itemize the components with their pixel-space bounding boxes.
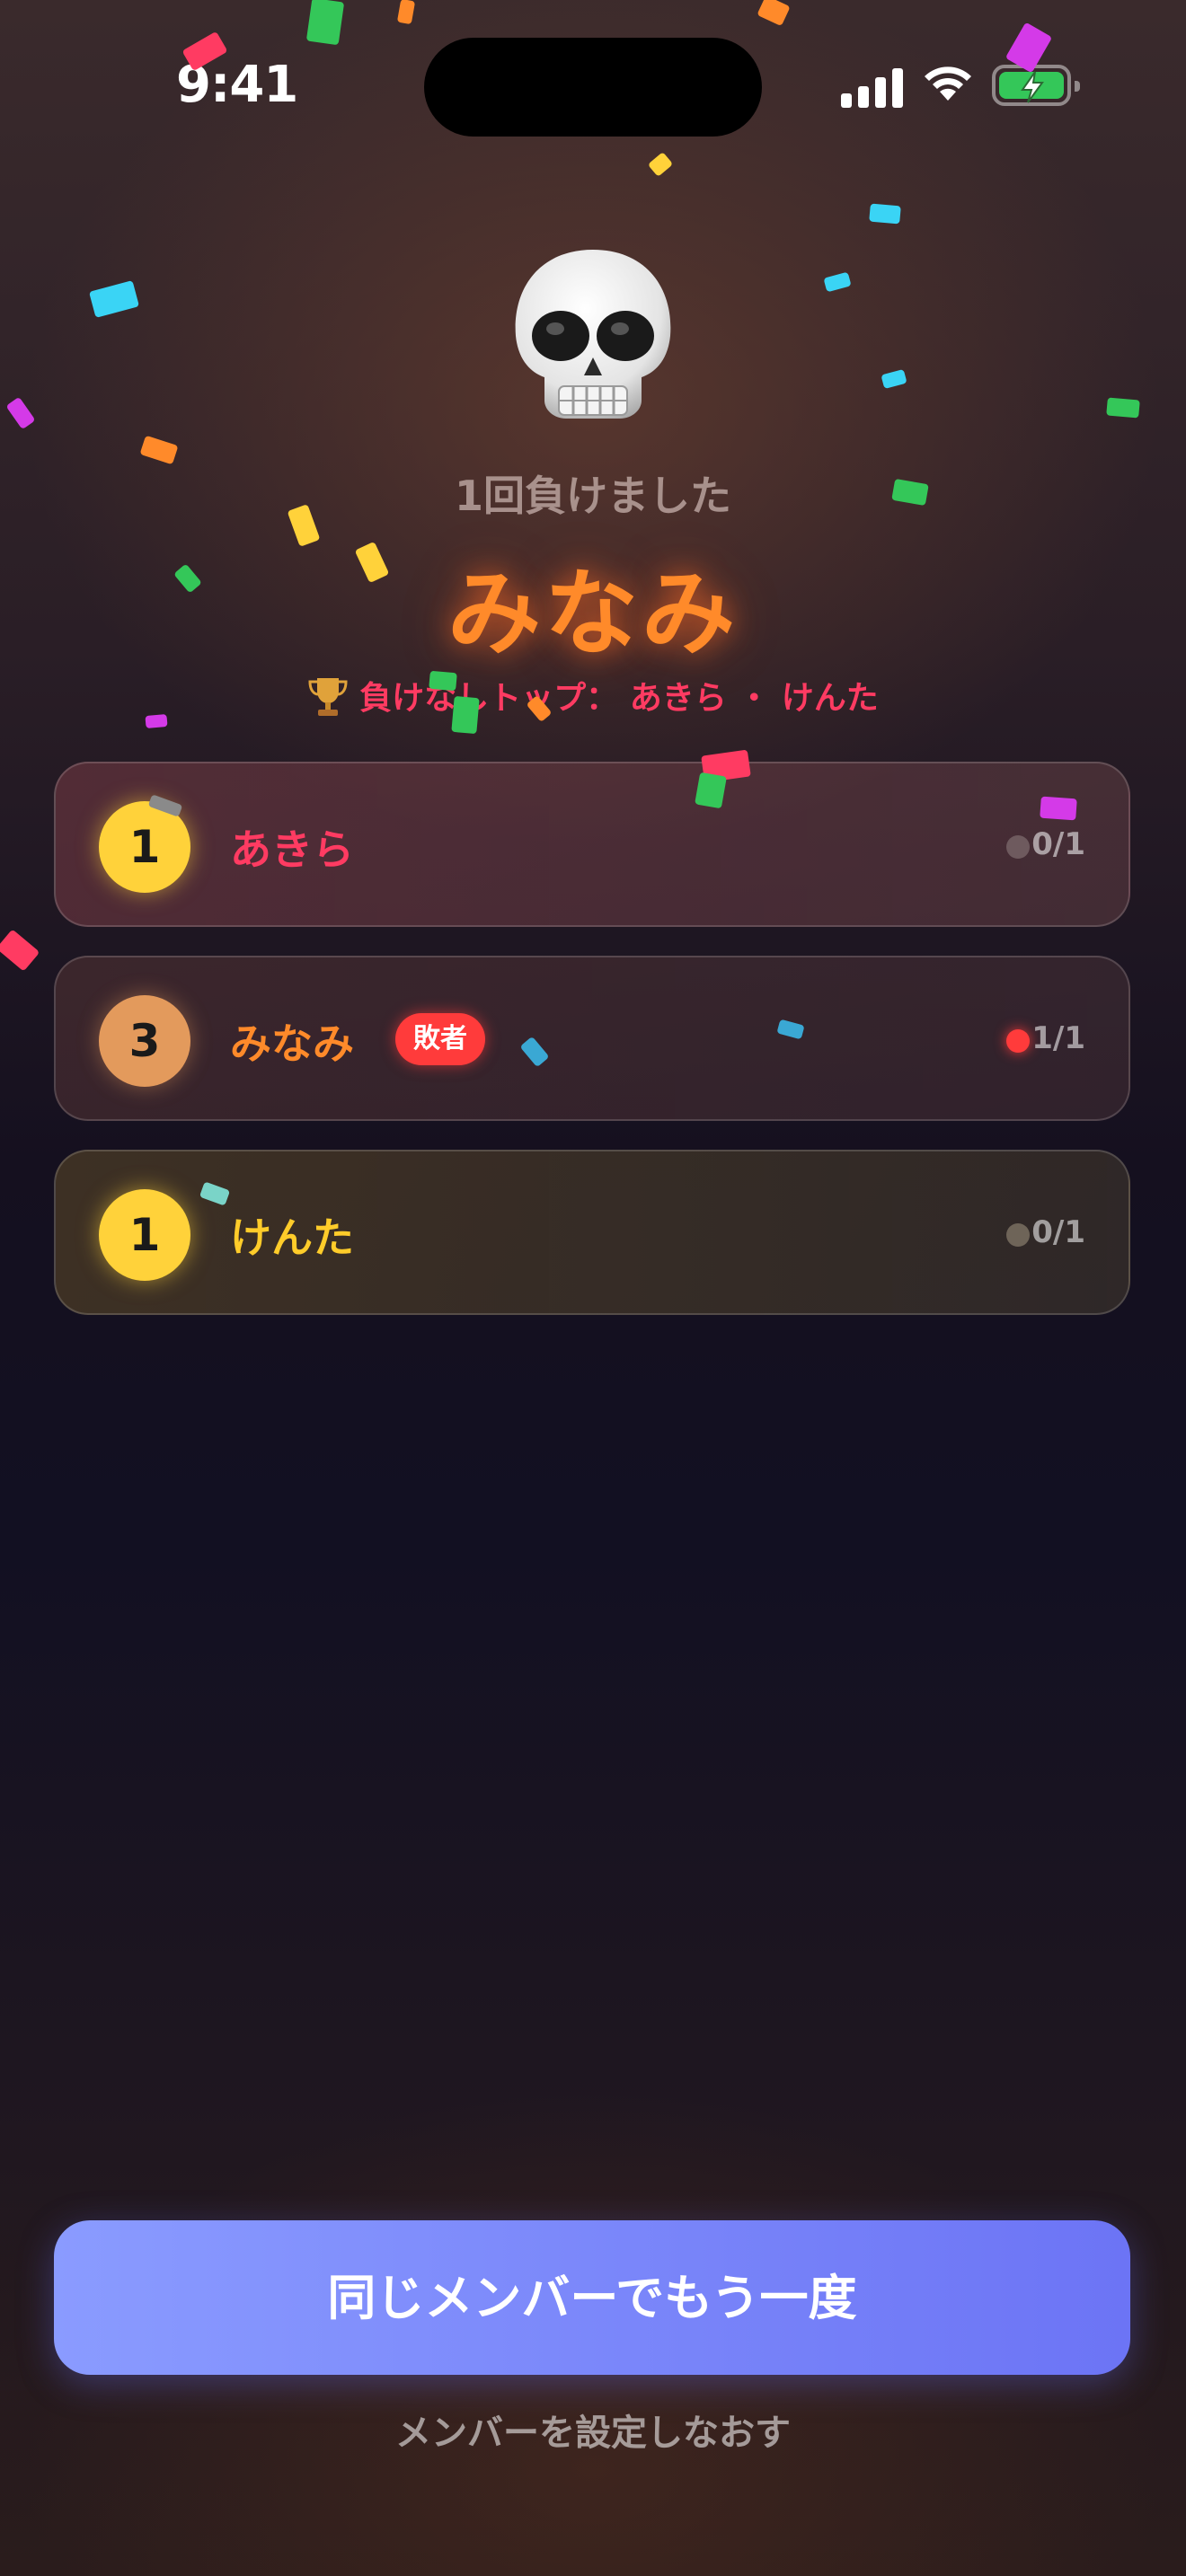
player-score: 0/1 (1031, 826, 1085, 862)
reset-members-link[interactable]: メンバーを設定しなおす (0, 2404, 1186, 2456)
skull-icon (503, 243, 683, 431)
player-name: あきら (230, 825, 354, 874)
status-bar: 9:41 (0, 0, 1186, 180)
player-score: 1/1 (1031, 1020, 1085, 1056)
player-name: けんた (230, 1213, 354, 1262)
trophy-icon (307, 675, 349, 726)
rank-badge: 3 (99, 995, 190, 1087)
top-players-line: 負けなしトップ： あきら ・ けんた (0, 672, 1186, 726)
battery-charging-icon (992, 65, 1080, 106)
status-dot (1006, 1029, 1030, 1053)
loser-badge: 敗者 (395, 1013, 485, 1065)
dynamic-island (424, 38, 762, 137)
result-subtitle: 1回負けました (454, 472, 731, 520)
wifi-icon (920, 61, 976, 108)
player-card: 1 けんた 0/1 (54, 1150, 1130, 1315)
player-name: みなみ (230, 1019, 354, 1068)
player-card: 3 みなみ 敗者 1/1 (54, 956, 1130, 1121)
rank-badge: 1 (99, 801, 190, 893)
top-names: あきら ・ けんた (629, 680, 879, 717)
signal-icon (841, 66, 904, 108)
status-dot (1006, 835, 1030, 859)
loser-name: みなみ (447, 559, 739, 668)
top-label: 負けなしトップ： (359, 680, 619, 717)
status-dot (1006, 1223, 1030, 1247)
rank-badge: 1 (99, 1189, 190, 1281)
player-card: 1 あきら 0/1 (54, 762, 1130, 927)
player-score: 0/1 (1031, 1214, 1085, 1250)
play-again-button[interactable]: 同じメンバーでもう一度 (54, 2220, 1130, 2375)
status-time: 9:41 (176, 56, 298, 114)
